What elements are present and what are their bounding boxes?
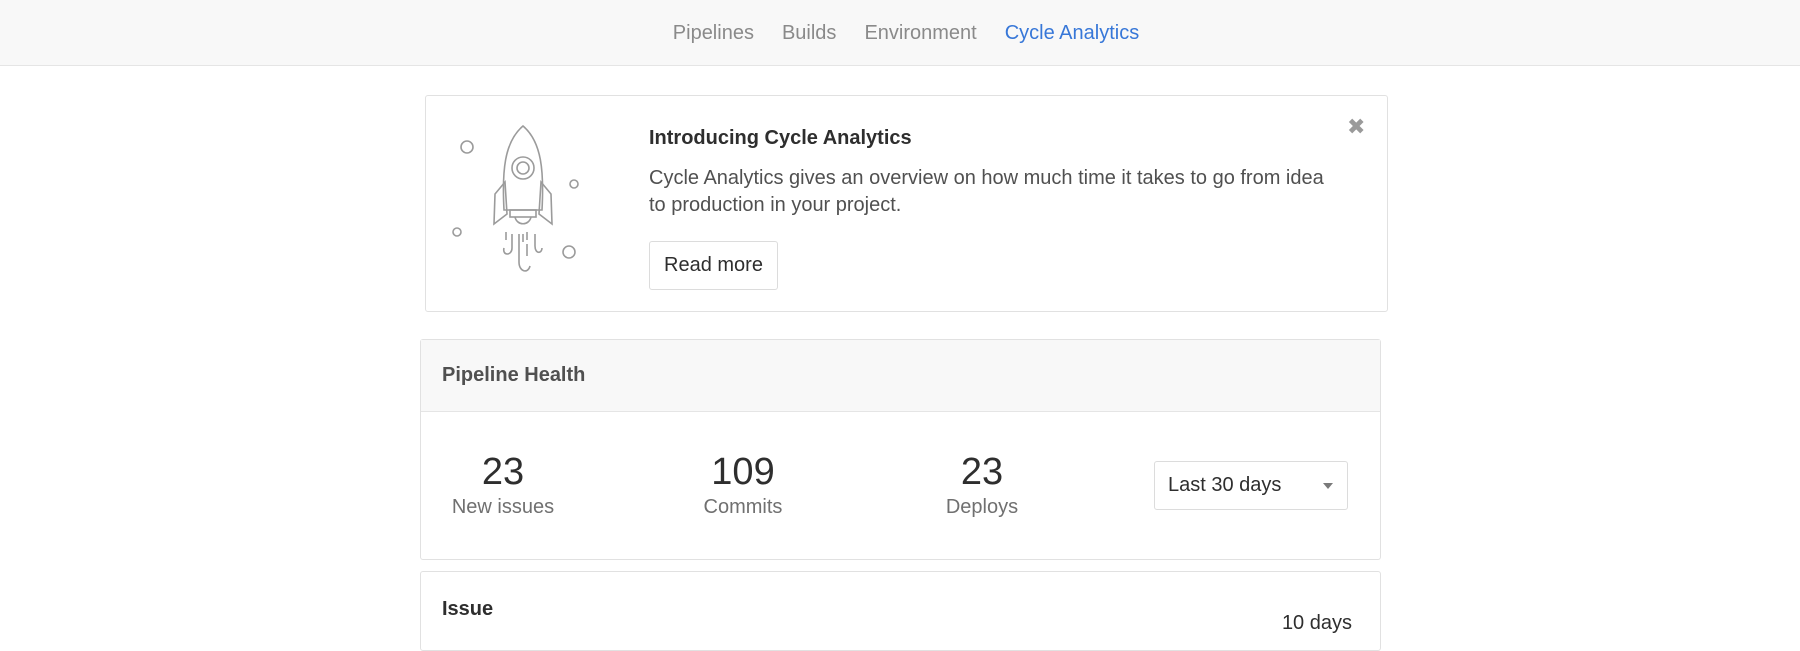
intro-content: Introducing Cycle Analytics Cycle Analyt… (649, 126, 1349, 219)
stat-value: 23 (481, 451, 525, 493)
tab-cycle-analytics[interactable]: Cycle Analytics (991, 2, 1154, 64)
stat-value: 109 (711, 451, 775, 493)
rocket-icon (452, 124, 579, 272)
issue-stage-value: 10 days (1281, 612, 1352, 634)
issue-stage-title: Issue (442, 598, 494, 620)
intro-title: Introducing Cycle Analytics (649, 127, 912, 149)
subnav-tabs: Pipelines Builds Environment Cycle Analy… (659, 2, 1153, 64)
stat-label: Deploys (945, 496, 1019, 518)
stat-label: Commits (703, 496, 783, 518)
tab-builds[interactable]: Builds (768, 2, 850, 64)
stat-label: New issues (451, 496, 555, 518)
read-more-button[interactable]: Read more (649, 241, 778, 290)
sub-navigation: Pipelines Builds Environment Cycle Analy… (0, 0, 1800, 66)
stat-commits: 109 Commits (643, 450, 843, 520)
stat-value: 23 (960, 451, 1004, 493)
issue-stage-panel: Issue 10 days (420, 571, 1381, 651)
period-select[interactable]: Last 30 days (1154, 461, 1348, 510)
stat-new-issues: 23 New issues (403, 450, 603, 520)
pipeline-health-panel: Pipeline Health 23 New issues 109 Commit… (420, 339, 1381, 560)
tab-pipelines[interactable]: Pipelines (659, 2, 768, 64)
stat-deploys: 23 Deploys (882, 450, 1082, 520)
intro-description: Cycle Analytics gives an overview on how… (649, 167, 1324, 216)
period-select-value: Last 30 days (1168, 474, 1282, 496)
chevron-down-icon (1323, 483, 1333, 489)
intro-banner: Introducing Cycle Analytics Cycle Analyt… (425, 95, 1388, 312)
pipeline-health-stats: 23 New issues 109 Commits 23 Deploys Las… (421, 412, 1380, 560)
pipeline-health-heading: Pipeline Health (421, 340, 1380, 412)
close-icon[interactable]: ✖ (1347, 116, 1365, 138)
tab-environment[interactable]: Environment (850, 2, 990, 64)
